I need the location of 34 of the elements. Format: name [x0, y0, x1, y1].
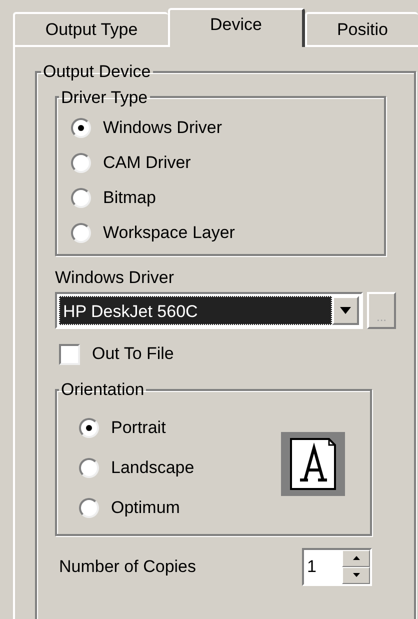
field-label: Number of Copies — [59, 556, 196, 578]
group-title: Driver Type — [60, 86, 149, 108]
radio-button[interactable] — [71, 222, 91, 242]
down-arrow-icon — [352, 573, 360, 577]
dropdown-arrow-button[interactable] — [332, 296, 359, 325]
radio-label: Optimum — [111, 497, 180, 520]
radio-button[interactable] — [79, 418, 99, 438]
radio-label: CAM Driver — [103, 152, 191, 174]
radio-button[interactable] — [79, 498, 99, 518]
checkbox[interactable] — [59, 344, 80, 364]
group-title: Orientation — [60, 379, 146, 401]
spin-up-button[interactable] — [342, 550, 370, 566]
checkbox-label: Out To File — [92, 343, 174, 366]
radio-label: Windows Driver — [103, 116, 222, 139]
copies-spinner[interactable]: 1 — [302, 548, 372, 586]
radio-label: Bitmap — [103, 186, 156, 209]
portrait-page-icon — [281, 432, 345, 496]
radio-label: Workspace Layer — [103, 222, 235, 244]
radio-label: Landscape — [111, 457, 194, 480]
radio-button[interactable] — [79, 458, 99, 478]
radio-button[interactable] — [71, 118, 91, 138]
driver-dropdown[interactable]: HP DeskJet 560C — [55, 292, 363, 329]
group-title: Output Device — [42, 61, 152, 83]
radio-button[interactable] — [71, 188, 91, 208]
radio-button[interactable] — [71, 152, 91, 172]
tab[interactable]: Output Type — [13, 12, 168, 45]
field-label: Windows Driver — [55, 267, 176, 289]
dropdown-value: HP DeskJet 560C — [59, 296, 332, 325]
radio-label: Portrait — [111, 417, 166, 440]
tab[interactable]: Positio — [304, 12, 418, 45]
tab[interactable]: Device — [168, 8, 305, 47]
caret-icon — [340, 307, 351, 314]
up-arrow-icon — [352, 556, 360, 560]
spin-down-button[interactable] — [342, 566, 370, 584]
